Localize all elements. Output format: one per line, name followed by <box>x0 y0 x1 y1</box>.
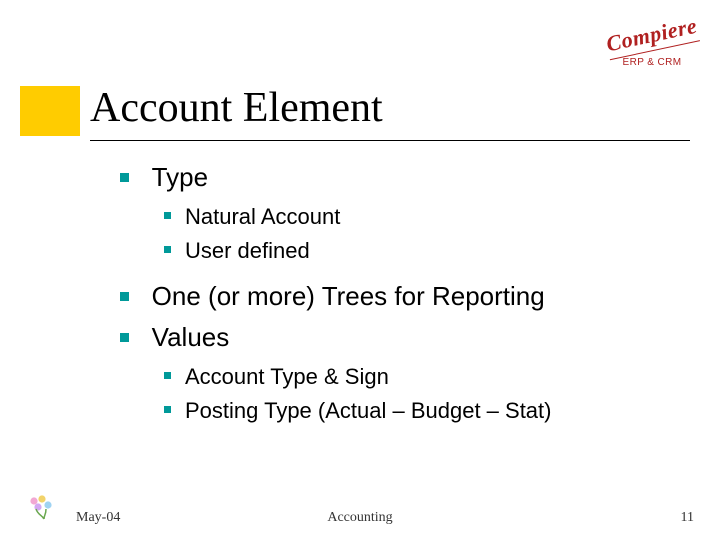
title-wrap: Account Element <box>90 86 690 141</box>
bullet-l2: Natural Account <box>164 203 680 231</box>
slide-content: Type Natural Account User defined One (o… <box>120 162 680 441</box>
slide-title: Account Element <box>90 86 690 130</box>
footer-page-number: 11 <box>681 510 694 526</box>
title-accent <box>20 86 80 136</box>
brand-logo: Compiere ERP & CRM <box>606 22 698 68</box>
bullet-l2: User defined <box>164 237 680 265</box>
slide: Compiere ERP & CRM Account Element Type … <box>0 0 720 540</box>
bullet-text: Values <box>152 322 230 352</box>
footer-flower-icon <box>24 491 58 526</box>
bullet-text: Type <box>152 162 208 192</box>
brand-subtitle: ERP & CRM <box>606 57 698 68</box>
bullet-text: One (or more) Trees for Reporting <box>152 281 545 311</box>
brand-name: Compiere <box>604 13 700 60</box>
bullet-text: User defined <box>185 238 310 263</box>
bullet-l1: Type Natural Account User defined <box>120 162 680 265</box>
bullet-text: Posting Type (Actual – Budget – Stat) <box>185 398 551 423</box>
footer-date: May-04 <box>76 510 120 526</box>
bullet-l1: One (or more) Trees for Reporting <box>120 281 680 312</box>
bullet-l1: Values Account Type & Sign Posting Type … <box>120 322 680 425</box>
slide-footer: May-04 Accounting 11 <box>0 504 720 526</box>
bullet-l2: Account Type & Sign <box>164 363 680 391</box>
bullet-text: Account Type & Sign <box>185 364 389 389</box>
footer-center-text: Accounting <box>327 510 392 526</box>
bullet-text: Natural Account <box>185 204 340 229</box>
title-underline <box>90 140 690 141</box>
bullet-l2: Posting Type (Actual – Budget – Stat) <box>164 397 680 425</box>
